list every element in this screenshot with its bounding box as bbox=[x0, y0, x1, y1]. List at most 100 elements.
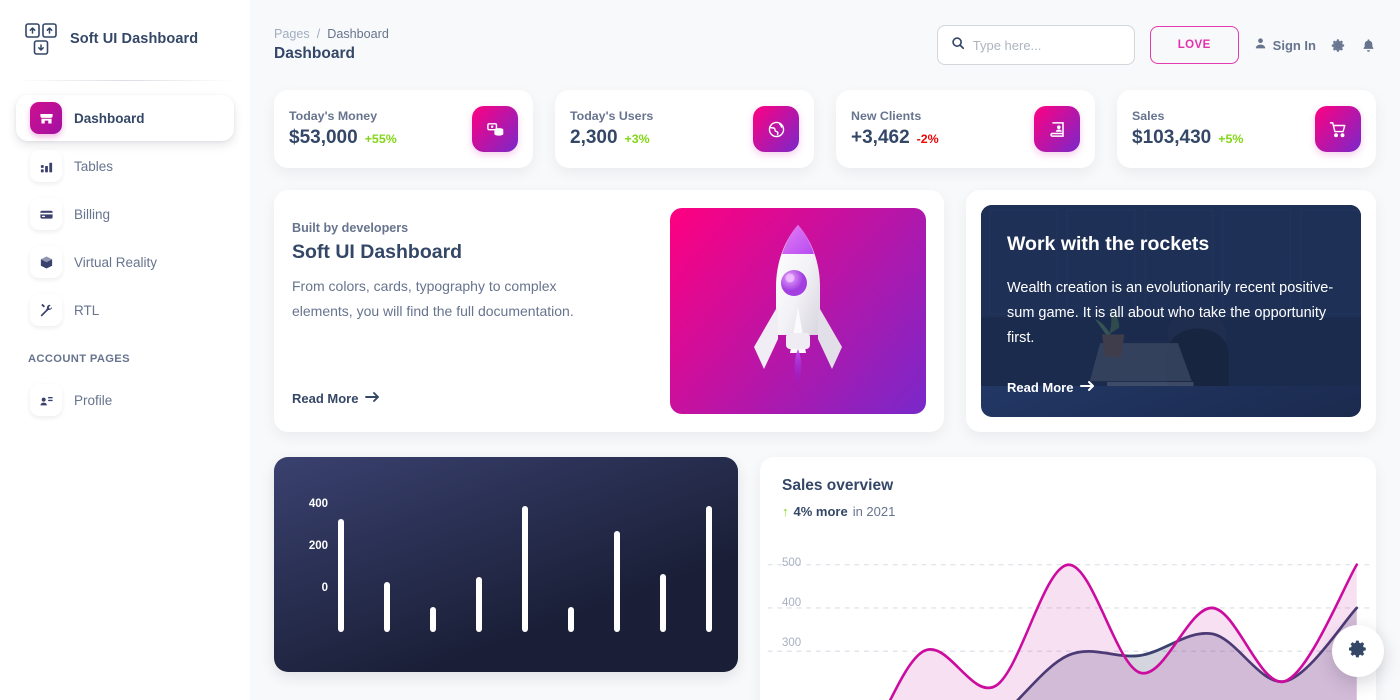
y-tick-label: 400 bbox=[308, 498, 328, 510]
y-tick-label: 400 bbox=[782, 597, 802, 609]
rockets-body: Wealth creation is an evolutionarily rec… bbox=[1007, 280, 1334, 346]
sign-in-label: Sign In bbox=[1272, 37, 1316, 53]
sales-overview-subtitle: ↑ 4% more in 2021 bbox=[782, 504, 1356, 519]
sales-overview-title: Sales overview bbox=[782, 477, 894, 494]
sidebar-item-label: Dashboard bbox=[74, 110, 145, 126]
bar bbox=[338, 518, 344, 632]
stat-label: Today's Money bbox=[289, 109, 378, 123]
stat-value: 2,300 bbox=[570, 127, 618, 148]
sidebar-item-profile[interactable]: Profile bbox=[16, 377, 234, 423]
page-title: Dashboard bbox=[274, 45, 355, 62]
sidebar-item-dashboard[interactable]: Dashboard bbox=[16, 95, 234, 141]
sales-overview-line-chart: 500 400 300 bbox=[760, 541, 1376, 700]
y-tick-label: 300 bbox=[782, 637, 802, 649]
breadcrumb-current: Dashboard bbox=[327, 27, 389, 41]
rockets-read-more-link[interactable]: Read More bbox=[1007, 380, 1335, 395]
stat-value: +3,462 bbox=[851, 127, 910, 148]
rockets-read-more-label: Read More bbox=[1007, 380, 1074, 395]
promo-read-more-link[interactable]: Read More bbox=[292, 391, 660, 406]
search-icon bbox=[951, 36, 965, 55]
work-with-the-rockets-card: Work with the rockets Wealth creation is… bbox=[966, 190, 1376, 432]
money-coins-icon bbox=[472, 106, 518, 152]
sidebar-item-tables[interactable]: Tables bbox=[16, 143, 234, 189]
sign-in-button[interactable]: Sign In bbox=[1254, 37, 1316, 53]
tools-icon bbox=[30, 294, 62, 326]
stat-cards-row: Today's Money $53,000 +55% Today's Users… bbox=[266, 90, 1384, 168]
sidebar: Soft UI Dashboard Dashboard Tables Billi… bbox=[0, 0, 250, 700]
sidebar-section-title: ACCOUNT PAGES bbox=[28, 353, 130, 365]
stat-card-sales: Sales $103,430 +5% bbox=[1117, 90, 1376, 168]
navbar-actions: LOVE Sign In bbox=[936, 25, 1376, 65]
y-tick-label: 0 bbox=[321, 582, 328, 594]
sidebar-item-rtl[interactable]: RTL bbox=[16, 287, 234, 333]
promo-row: Built by developers Soft UI Dashboard Fr… bbox=[266, 168, 1384, 432]
sales-overview-delta: 4% more bbox=[793, 504, 848, 519]
arrow-up-icon: ↑ bbox=[782, 504, 789, 519]
sales-overview-delta-suffix: in 2021 bbox=[852, 504, 896, 519]
love-button[interactable]: LOVE bbox=[1149, 26, 1239, 64]
rocket-illustration bbox=[670, 208, 926, 414]
sidebar-item-label: Tables bbox=[74, 158, 114, 174]
stat-delta: +3% bbox=[624, 132, 650, 146]
bar bbox=[430, 606, 436, 632]
brand-name: Soft UI Dashboard bbox=[70, 31, 199, 47]
stat-label: Today's Users bbox=[570, 109, 654, 123]
bar bbox=[384, 581, 390, 632]
stat-value: $103,430 bbox=[1132, 127, 1212, 148]
bar bbox=[476, 576, 482, 632]
brand[interactable]: Soft UI Dashboard bbox=[16, 0, 234, 78]
bar-chart-y-axis: 400 200 0 bbox=[294, 481, 328, 660]
bar bbox=[614, 531, 620, 632]
sidebar-item-label: Billing bbox=[74, 206, 111, 222]
stat-delta: +5% bbox=[1218, 132, 1244, 146]
cube-icon bbox=[30, 246, 62, 278]
sidebar-item-label: Profile bbox=[74, 392, 113, 408]
bar bbox=[522, 506, 528, 632]
stat-delta: +55% bbox=[364, 132, 397, 146]
promo-eyebrow: Built by developers bbox=[292, 221, 409, 235]
promo-title: Soft UI Dashboard bbox=[292, 241, 463, 263]
gear-icon bbox=[1348, 639, 1368, 664]
stat-label: New Clients bbox=[851, 109, 922, 123]
shopping-cart-icon bbox=[1315, 106, 1361, 152]
y-tick-label: 500 bbox=[782, 557, 802, 569]
search-box[interactable] bbox=[936, 25, 1135, 65]
breadcrumb-separator: / bbox=[316, 27, 321, 41]
gear-icon[interactable] bbox=[1331, 38, 1346, 53]
table-icon bbox=[30, 150, 62, 182]
breadcrumb-root[interactable]: Pages bbox=[274, 27, 310, 41]
stat-delta: -2% bbox=[916, 132, 939, 146]
built-by-developers-card: Built by developers Soft UI Dashboard Fr… bbox=[274, 190, 944, 432]
bar bbox=[660, 574, 666, 632]
sidebar-item-virtual-reality[interactable]: Virtual Reality bbox=[16, 239, 234, 285]
stat-label: Sales bbox=[1132, 109, 1165, 123]
active-users-bar-chart: 400 200 0 bbox=[274, 457, 738, 672]
dashboard-page: Soft UI Dashboard Dashboard Tables Billi… bbox=[0, 0, 1400, 700]
promo-read-more-label: Read More bbox=[292, 391, 359, 406]
user-icon bbox=[1254, 37, 1267, 53]
top-navbar: Pages / Dashboard Dashboard LOVE bbox=[266, 0, 1384, 90]
sidebar-item-billing[interactable]: Billing bbox=[16, 191, 234, 237]
settings-fab-button[interactable] bbox=[1332, 625, 1384, 677]
bar bbox=[706, 506, 712, 632]
main-content: Pages / Dashboard Dashboard LOVE bbox=[250, 0, 1400, 700]
charts-row: 400 200 0 Sales overview ↑ 4% more in 20… bbox=[266, 432, 1384, 700]
sidebar-divider bbox=[16, 80, 234, 81]
rockets-title: Work with the rockets bbox=[1007, 233, 1210, 255]
bar bbox=[568, 606, 574, 632]
bar-chart-bars bbox=[338, 481, 712, 632]
contact-book-icon bbox=[1034, 106, 1080, 152]
search-input[interactable] bbox=[972, 37, 1121, 53]
promo-body: From colors, cards, typography to comple… bbox=[292, 278, 574, 319]
shop-icon bbox=[30, 102, 62, 134]
arrow-right-icon bbox=[365, 391, 380, 406]
breadcrumb: Pages / Dashboard Dashboard bbox=[274, 27, 389, 63]
arrow-right-icon bbox=[1080, 380, 1095, 395]
stat-card-todays-money: Today's Money $53,000 +55% bbox=[274, 90, 533, 168]
y-tick-label: 200 bbox=[308, 540, 328, 552]
sidebar-item-label: Virtual Reality bbox=[74, 254, 158, 270]
stat-card-todays-users: Today's Users 2,300 +3% bbox=[555, 90, 814, 168]
sidebar-item-label: RTL bbox=[74, 302, 100, 318]
bell-icon[interactable] bbox=[1361, 38, 1376, 53]
globe-icon bbox=[753, 106, 799, 152]
